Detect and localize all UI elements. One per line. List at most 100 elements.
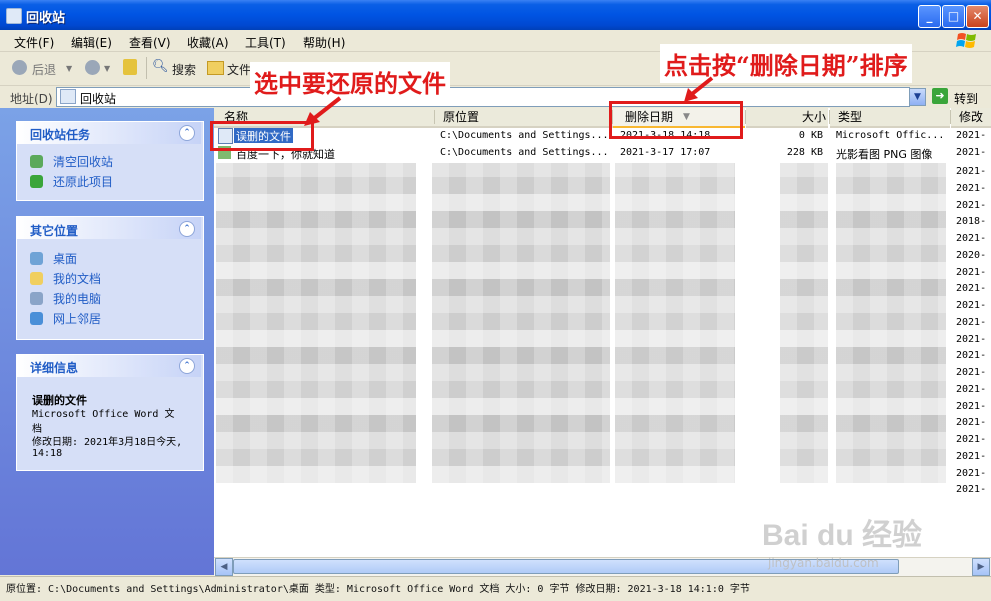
blurred-row-modified[interactable]: 2021-	[956, 164, 990, 181]
folders-button[interactable]: 文件	[227, 61, 251, 78]
annotation-select-file: 选中要还原的文件	[250, 62, 450, 101]
row-1-size[interactable]: 0 KB	[747, 130, 823, 141]
empty-recycle-bin-link[interactable]: 清空回收站	[53, 153, 113, 170]
row-2-modified[interactable]: 2021-	[956, 147, 986, 158]
collapse-chevron-icon[interactable]: ⌃	[179, 125, 195, 141]
row-1-origin[interactable]: C:\Documents and Settings...	[440, 130, 609, 141]
restore-item-link[interactable]: 还原此项目	[53, 173, 113, 190]
blurred-row-modified[interactable]: 2021-	[956, 482, 990, 499]
blurred-row-modified[interactable]: 2021-	[956, 348, 990, 365]
collapse-chevron-icon[interactable]: ⌃	[179, 221, 195, 237]
details-modified: 修改日期: 2021年3月18日今天, 14:18	[32, 437, 183, 459]
menu-favorites[interactable]: 收藏(A)	[187, 34, 229, 51]
place-my-documents-link[interactable]: 我的文档	[53, 270, 101, 287]
row-2-origin[interactable]: C:\Documents and Settings...	[440, 147, 609, 158]
blurred-row-modified[interactable]: 2021-	[956, 315, 990, 332]
details-title: 详细信息	[30, 361, 79, 375]
go-arrow-icon[interactable]: ➜	[932, 88, 948, 104]
forward-arrow-icon[interactable]	[85, 60, 100, 75]
search-button[interactable]: 搜索	[172, 61, 196, 78]
blurred-types	[836, 163, 946, 483]
blurred-row-modified[interactable]: 2021-	[956, 449, 990, 466]
blurred-row-modified[interactable]: 2021-	[956, 415, 990, 432]
place-my-computer-link[interactable]: 我的电脑	[53, 290, 101, 307]
toolbar-separator	[146, 57, 147, 79]
other-places-title: 其它位置	[30, 224, 79, 238]
blurred-row-modified[interactable]: 2020-	[956, 248, 990, 265]
blurred-sizes	[780, 163, 828, 483]
network-places-icon	[30, 312, 43, 325]
column-header-modified[interactable]: 修改	[951, 108, 991, 128]
menu-view[interactable]: 查看(V)	[129, 34, 171, 51]
row-1-modified[interactable]: 2021-	[956, 130, 986, 141]
highlight-deleted-column	[609, 101, 743, 139]
back-arrow-icon[interactable]	[12, 60, 27, 75]
minimize-button[interactable]: _	[918, 5, 941, 28]
desktop-icon	[30, 252, 43, 265]
column-header-type[interactable]: 类型	[830, 108, 950, 128]
menu-tools[interactable]: 工具(T)	[245, 34, 286, 51]
back-dropdown-icon[interactable]: ▼	[66, 64, 72, 73]
column-header-origin[interactable]: 原位置	[435, 108, 613, 128]
windows-logo-icon	[956, 33, 976, 48]
blurred-row-modified[interactable]: 2021-	[956, 466, 990, 483]
blurred-row-modified[interactable]: 2021-	[956, 399, 990, 416]
modified-column-list: 2021- 2021- 2021- 2018- 2021- 2020- 2021- 2021-…	[956, 164, 990, 499]
blurred-row-modified[interactable]: 2021-	[956, 181, 990, 198]
address-input[interactable]	[56, 87, 910, 107]
search-icon[interactable]: 🔍︎	[152, 59, 169, 74]
blurred-row-modified[interactable]: 2021-	[956, 231, 990, 248]
menu-edit[interactable]: 编辑(E)	[71, 34, 112, 51]
close-button[interactable]: ✕	[966, 5, 989, 28]
row-2-size[interactable]: 228 KB	[747, 147, 823, 158]
blurred-row-modified[interactable]: 2021-	[956, 298, 990, 315]
blurred-row-modified[interactable]: 2021-	[956, 365, 990, 382]
scroll-left-icon[interactable]: ◀	[215, 558, 233, 576]
blurred-deleted	[615, 163, 735, 483]
arrow-to-column-icon	[684, 76, 714, 102]
blurred-row-modified[interactable]: 2021-	[956, 432, 990, 449]
up-folder-icon[interactable]	[123, 59, 137, 75]
place-desktop-link[interactable]: 桌面	[53, 250, 77, 267]
blurred-names	[216, 163, 416, 483]
menu-file[interactable]: 文件(F)	[14, 34, 54, 51]
blurred-row-modified[interactable]: 2021-	[956, 265, 990, 282]
recycle-bin-small-icon	[60, 89, 76, 104]
status-text: 原位置: C:\Documents and Settings\Administr…	[6, 584, 750, 595]
highlight-selected-file	[210, 121, 314, 151]
address-label: 地址(D)	[10, 92, 53, 106]
recycle-bin-icon	[6, 8, 22, 24]
my-computer-icon	[30, 292, 43, 305]
address-dropdown-icon[interactable]: ▼	[909, 88, 926, 106]
title-bar: 回收站	[0, 0, 991, 30]
address-value[interactable]: 回收站	[80, 90, 116, 107]
row-1-type[interactable]: Microsoft Offic...	[836, 130, 944, 141]
folder-icon[interactable]	[207, 61, 224, 75]
arrow-to-file-icon	[304, 96, 342, 126]
place-network-link[interactable]: 网上邻居	[53, 310, 101, 327]
recycle-tasks-title: 回收站任务	[30, 128, 91, 142]
blurred-origins	[432, 163, 610, 483]
scroll-right-icon[interactable]: ▶	[972, 558, 990, 576]
column-header-size[interactable]: 大小	[746, 108, 828, 128]
window-title: 回收站	[26, 11, 66, 26]
row-2-type[interactable]: 光影看图 PNG 图像	[836, 146, 932, 162]
collapse-chevron-icon[interactable]: ⌃	[179, 358, 195, 374]
my-documents-icon	[30, 272, 43, 285]
back-button[interactable]: 后退	[32, 61, 56, 78]
watermark-url: jingyan.baidu.com	[768, 556, 879, 570]
blurred-row-modified[interactable]: 2021-	[956, 281, 990, 298]
blurred-row-modified[interactable]: 2021-	[956, 332, 990, 349]
restore-icon	[30, 175, 43, 188]
menu-help[interactable]: 帮助(H)	[303, 34, 345, 51]
maximize-button[interactable]: □	[942, 5, 965, 28]
go-button[interactable]: 转到	[954, 90, 978, 107]
details-file-type: Microsoft Office Word 文档	[32, 409, 175, 435]
watermark-brand: Bai du 经验	[762, 519, 923, 552]
blurred-row-modified[interactable]: 2018-	[956, 214, 990, 231]
row-2-deleted[interactable]: 2021-3-17 17:07	[620, 147, 710, 158]
forward-dropdown-icon[interactable]: ▼	[104, 64, 110, 73]
empty-bin-icon	[30, 155, 43, 168]
blurred-row-modified[interactable]: 2021-	[956, 198, 990, 215]
blurred-row-modified[interactable]: 2021-	[956, 382, 990, 399]
